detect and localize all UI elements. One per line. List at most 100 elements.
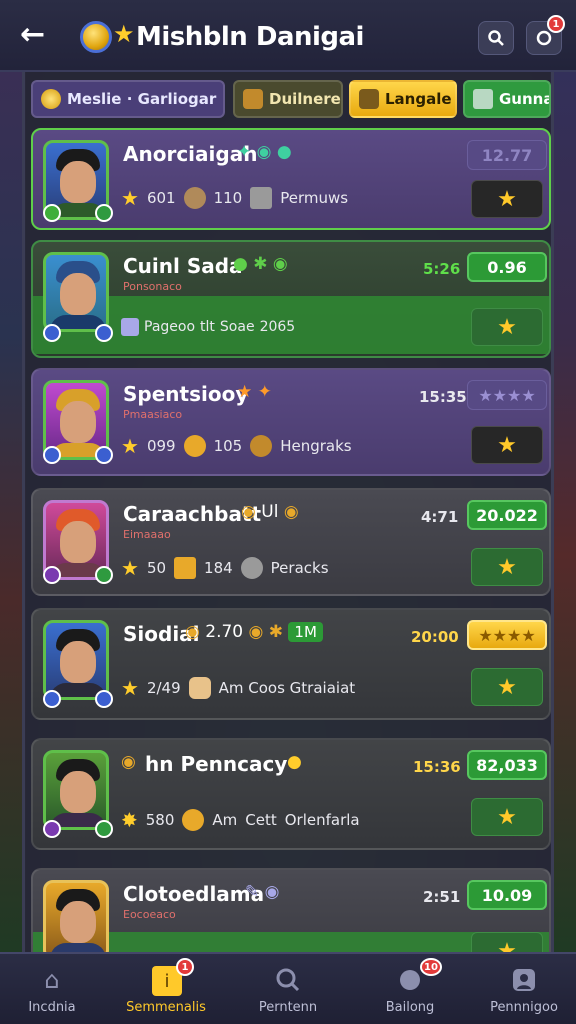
match-time: 2:51 bbox=[423, 888, 461, 906]
score-box: 0.96 bbox=[467, 252, 547, 282]
notification-button[interactable]: 1 bbox=[526, 15, 565, 55]
filter-tab-1[interactable]: Meslie · Garliogar bbox=[31, 80, 225, 118]
favorite-button[interactable]: ★ bbox=[471, 426, 543, 464]
back-button[interactable]: ← bbox=[20, 20, 54, 54]
star-icon: ★ bbox=[497, 186, 517, 212]
stat-row: ★ 099 105 Hengraks bbox=[121, 434, 352, 458]
nav-item-search[interactable]: Perntenn bbox=[236, 954, 340, 1024]
name-extra: Ul bbox=[261, 502, 279, 522]
emblem-icons: ◉ Ul ◉ bbox=[241, 502, 299, 522]
star-icon: ★ bbox=[121, 676, 139, 700]
favorite-button[interactable]: ★ bbox=[471, 668, 543, 706]
score-box: ★★★★ bbox=[467, 380, 547, 410]
name-extra: 2.70 bbox=[205, 622, 244, 642]
filter-tab-2[interactable]: Duilnerer bbox=[233, 80, 343, 118]
score-box: 12.77 bbox=[467, 140, 547, 170]
emblem-icons: ◉ bbox=[121, 752, 136, 772]
favorite-button[interactable]: ★ bbox=[471, 932, 543, 952]
team-badge-icon bbox=[95, 324, 113, 342]
nav-item-home[interactable]: ⌂ Incdnia bbox=[0, 954, 104, 1024]
nav-label: Incdnia bbox=[28, 1000, 76, 1015]
filter-tab-3-active[interactable]: Langale bbox=[349, 80, 457, 118]
player-subtitle: Pmaasiaco bbox=[123, 408, 183, 421]
stat-value: Permuws bbox=[280, 189, 349, 207]
stat-value: Hengraks bbox=[280, 437, 352, 455]
star-icon: ★ bbox=[497, 314, 517, 340]
coin-icon: ● bbox=[287, 752, 302, 772]
score-box: 82,033 bbox=[467, 750, 547, 780]
search-button[interactable] bbox=[478, 21, 514, 55]
search-icon bbox=[488, 30, 504, 46]
team-badge-icon bbox=[95, 446, 113, 464]
medal-icon bbox=[250, 435, 273, 457]
arrow-left-icon: ← bbox=[20, 17, 46, 52]
star-icon: ★ bbox=[497, 554, 517, 580]
filter-tab-4[interactable]: Gunnaa bbox=[463, 80, 551, 118]
filter-label: Duilnerer bbox=[269, 90, 343, 108]
star-icon: ★ bbox=[121, 556, 139, 580]
player-name: Cuinl Sada bbox=[123, 254, 243, 278]
player-card[interactable]: Siodial ◉ 2.70 ◉ ✱ 1M ★ 2/49 Am Coos Gtr… bbox=[31, 608, 551, 720]
player-name: Spentsiooy bbox=[123, 382, 249, 406]
stat-value: Orlenfarla bbox=[284, 811, 360, 829]
nav-item-profile[interactable]: Pennnigoo bbox=[472, 954, 576, 1024]
nav-item-chat[interactable]: 10 Bailong bbox=[358, 954, 462, 1024]
user-icon bbox=[508, 964, 540, 996]
emblem-icons: ★ ✦ bbox=[237, 382, 272, 402]
ball-icon bbox=[240, 557, 263, 579]
stat-row: ★ 2/49 Am Coos Gtraiaiat bbox=[121, 676, 355, 700]
nav-badge: 1 bbox=[176, 958, 194, 976]
favorite-button[interactable]: ★ bbox=[471, 180, 543, 218]
stat-value: Pageoo bbox=[144, 319, 196, 335]
bottom-navigation: ⌂ Incdnia i 1 Semmenalis Perntenn 10 Bai… bbox=[0, 952, 576, 1024]
stat-value: Peracks bbox=[270, 559, 329, 577]
player-card[interactable]: Spentsiooy ★ ✦ Pmaasiaco ★ 099 105 Hengr… bbox=[31, 368, 551, 476]
top-header: ← ★ Mishbln Danigai 1 bbox=[0, 0, 576, 72]
favorite-button[interactable]: ★ bbox=[471, 798, 543, 836]
stat-value: tlt bbox=[200, 319, 215, 335]
stat-value: 601 bbox=[146, 189, 176, 207]
match-time: 15:36 bbox=[413, 758, 461, 776]
player-card[interactable]: hn Penncacy ◉ ● ✸ 580 Am Cett Orlenfarla… bbox=[31, 738, 551, 850]
shield-icon bbox=[183, 187, 206, 209]
player-name: hn Penncacy bbox=[145, 752, 288, 776]
player-card[interactable]: Cuinl Sada ● ✱ ◉ Ponsonaco Pageoo tlt So… bbox=[31, 240, 551, 358]
nav-label: Pennnigoo bbox=[490, 1000, 558, 1015]
stat-value: Am Coos Gtraiaiat bbox=[218, 679, 356, 697]
stat-value: 110 bbox=[213, 189, 243, 207]
player-card[interactable]: Clotoedlama ✎ ◉ Eocoeaco 2:51 10.09 ★ bbox=[31, 868, 551, 952]
search-icon bbox=[272, 964, 304, 996]
filter-label: Langale bbox=[385, 90, 452, 108]
stat-row: Pageoo tlt Soae 2065 bbox=[121, 318, 295, 336]
nav-label: Perntenn bbox=[258, 1000, 318, 1015]
star-icon: ✸ bbox=[121, 808, 138, 832]
filter-tabs: Meslie · Garliogar Duilnerer Langale Gun… bbox=[31, 80, 551, 118]
favorite-button[interactable]: ★ bbox=[471, 308, 543, 346]
stat-value: 099 bbox=[146, 437, 176, 455]
hand-icon bbox=[188, 677, 211, 699]
player-card[interactable]: Caraachbatt ◉ Ul ◉ Eimaaao ★ 50 184 Pera… bbox=[31, 488, 551, 596]
favorite-button[interactable]: ★ bbox=[471, 548, 543, 586]
star-icon: ★ bbox=[121, 186, 139, 210]
coin-icon bbox=[182, 809, 205, 831]
page-title: Mishbln Danigai bbox=[136, 22, 364, 52]
stat-row: ✸ 580 Am Cett Orlenfarla bbox=[121, 808, 360, 832]
stat-row: ★ 601 110 Permuws bbox=[121, 186, 348, 210]
rank-badge-icon bbox=[43, 820, 61, 838]
player-card[interactable]: Anorciaigah ✦ ◉ ● ★ 601 110 Permuws 12.7… bbox=[31, 128, 551, 230]
bell-icon bbox=[536, 30, 552, 46]
nav-label: Bailong bbox=[385, 1000, 435, 1015]
coin-icon bbox=[183, 435, 206, 457]
star-icon: ★ bbox=[497, 804, 517, 830]
nav-item-summary[interactable]: i 1 Semmenalis bbox=[114, 954, 218, 1024]
avatar bbox=[43, 620, 109, 700]
trophy-icon bbox=[359, 89, 379, 109]
stat-row: ★ 50 184 Peracks bbox=[121, 556, 329, 580]
notification-badge: 1 bbox=[547, 15, 565, 33]
score-box: 10.09 bbox=[467, 880, 547, 910]
filter-label: Meslie · Garliogar bbox=[67, 90, 217, 108]
rank-badge-icon bbox=[43, 690, 61, 708]
match-list-panel: Meslie · Garliogar Duilnerer Langale Gun… bbox=[22, 72, 554, 952]
avatar bbox=[43, 750, 109, 830]
team-badge-icon bbox=[95, 820, 113, 838]
